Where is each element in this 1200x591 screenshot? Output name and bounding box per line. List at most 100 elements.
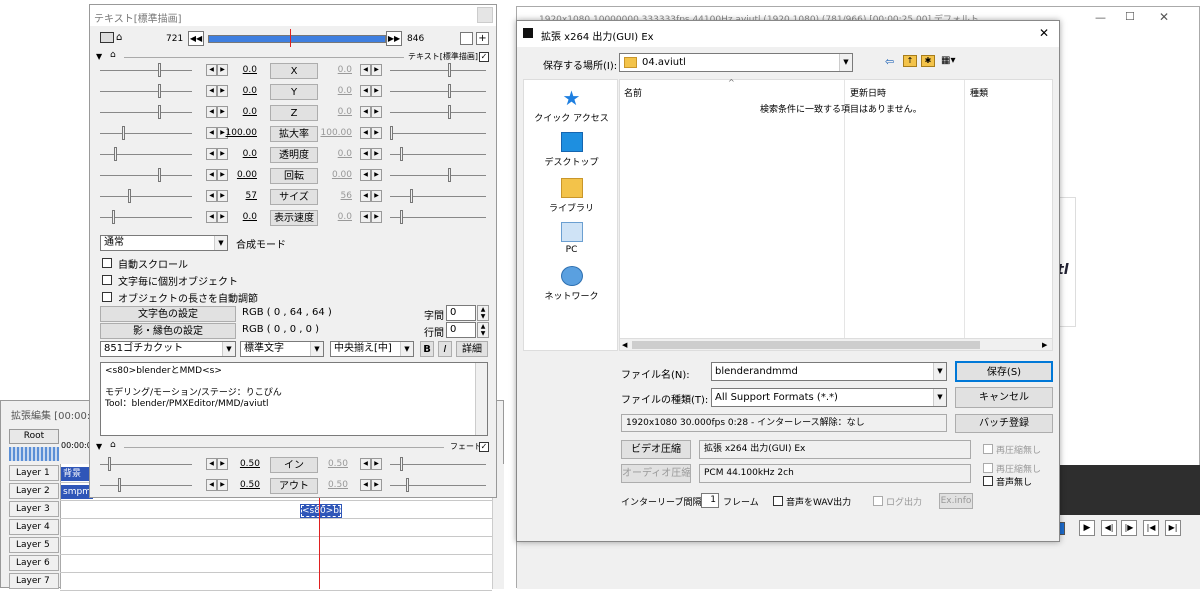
text-window-titlebar[interactable]: テキスト[標準描画] <box>90 5 496 26</box>
minimize-icon[interactable]: — <box>1095 11 1106 24</box>
line-spacing-spin-icon[interactable]: ▲ ▼ <box>477 322 489 338</box>
camera-icon[interactable] <box>100 32 114 43</box>
param-left-value[interactable]: 0.0 <box>225 86 257 96</box>
object-enable-checkbox[interactable]: ✓ <box>479 52 489 62</box>
scroll-right-icon[interactable]: ▶ <box>1042 339 1047 351</box>
param-name-button[interactable]: X <box>270 63 318 79</box>
param-right-slider[interactable] <box>448 105 451 119</box>
fade-left-decrease-icon[interactable]: ◀ <box>206 458 217 470</box>
param-left-decrease-icon[interactable]: ◀ <box>206 169 217 181</box>
param-left-decrease-icon[interactable]: ◀ <box>206 127 217 139</box>
param-right-decrease-icon[interactable]: ◀ <box>360 148 371 160</box>
root-tab[interactable]: Root <box>9 429 59 444</box>
fade-enable-checkbox[interactable]: ✓ <box>479 442 489 452</box>
text-window-close[interactable] <box>477 7 493 23</box>
up-folder-icon[interactable]: ↑ <box>903 55 917 67</box>
filename-input[interactable]: blenderandmmd ▼ <box>711 362 947 381</box>
fade-right-decrease-icon[interactable]: ◀ <box>360 458 371 470</box>
param-name-button[interactable]: 透明度 <box>270 147 318 163</box>
param-right-decrease-icon[interactable]: ◀ <box>360 211 371 223</box>
column-type[interactable]: 種類 <box>970 86 988 99</box>
param-right-decrease-icon[interactable]: ◀ <box>360 64 371 76</box>
param-right-value[interactable]: 100.00 <box>320 128 353 138</box>
char-spacing-input[interactable]: 0 <box>446 305 476 321</box>
layer-header[interactable]: Layer 4 <box>9 519 59 535</box>
layer-header[interactable]: Layer 7 <box>9 573 59 589</box>
italic-button[interactable]: I <box>438 341 452 357</box>
scroll-thumb[interactable] <box>632 341 980 349</box>
line-spacing-input[interactable]: 0 <box>446 322 476 338</box>
fade-left-decrease-icon[interactable]: ◀ <box>206 479 217 491</box>
text-editor-scrollbar[interactable] <box>475 363 487 435</box>
param-right-increase-icon[interactable]: ▶ <box>371 211 382 223</box>
param-left-decrease-icon[interactable]: ◀ <box>206 190 217 202</box>
nav-quick-access[interactable]: ★ クイック アクセス <box>524 88 619 124</box>
filetype-select[interactable]: All Support Formats (*.*) ▼ <box>711 388 947 407</box>
fade-name-button[interactable]: アウト <box>270 478 318 494</box>
param-right-decrease-icon[interactable]: ◀ <box>360 190 371 202</box>
param-left-value[interactable]: 0.0 <box>225 65 257 75</box>
save-location-select[interactable]: 04.aviutl ▼ <box>619 53 853 72</box>
fade-left-slider[interactable] <box>108 457 111 471</box>
fade-right-value[interactable]: 0.50 <box>316 480 348 490</box>
fade-left-slider[interactable] <box>118 478 121 492</box>
param-left-slider[interactable] <box>158 63 161 77</box>
frame-next-icon[interactable]: ▶▶ <box>386 31 402 46</box>
param-right-increase-icon[interactable]: ▶ <box>371 127 382 139</box>
close-icon[interactable]: ✕ <box>1159 10 1169 24</box>
param-right-value[interactable]: 0.0 <box>320 212 352 222</box>
prev-frame-icon[interactable]: ◀| <box>1101 520 1117 536</box>
text-color-button[interactable]: 文字色の設定 <box>100 306 236 322</box>
save-button[interactable]: 保存(S) <box>955 361 1053 382</box>
fade-right-value[interactable]: 0.50 <box>316 459 348 469</box>
fade-collapse-icon[interactable]: ▼ <box>96 442 102 451</box>
param-left-slider[interactable] <box>114 147 117 161</box>
file-list[interactable]: ^ 名前 更新日時 種類 検索条件に一致する項目はありません。 ◀ ▶ <box>619 78 1053 351</box>
frame-prev-icon[interactable]: ◀◀ <box>188 31 204 46</box>
param-left-decrease-icon[interactable]: ◀ <box>206 85 217 97</box>
param-name-button[interactable]: 回転 <box>270 168 318 184</box>
play-icon[interactable]: ▶ <box>1079 520 1095 536</box>
fade-right-slider[interactable] <box>400 457 403 471</box>
param-right-decrease-icon[interactable]: ◀ <box>360 106 371 118</box>
nav-network[interactable]: ネットワーク <box>524 266 619 302</box>
batch-button[interactable]: バッチ登録 <box>955 414 1053 433</box>
param-right-slider[interactable] <box>390 126 393 140</box>
no-audio-checkbox[interactable] <box>983 476 993 486</box>
param-right-increase-icon[interactable]: ▶ <box>371 106 382 118</box>
blend-mode-select[interactable]: 通常 ▼ <box>100 235 228 251</box>
param-left-slider[interactable] <box>112 210 115 224</box>
new-folder-icon[interactable]: ✱ <box>921 55 935 67</box>
layer-header[interactable]: Layer 3 <box>9 501 59 517</box>
param-right-slider[interactable] <box>410 189 413 203</box>
param-right-decrease-icon[interactable]: ◀ <box>360 169 371 181</box>
param-left-value[interactable]: 0.00 <box>225 170 257 180</box>
param-left-slider[interactable] <box>158 168 161 182</box>
param-left-slider[interactable] <box>122 126 125 140</box>
param-right-increase-icon[interactable]: ▶ <box>371 64 382 76</box>
interleave-input[interactable]: 1 <box>701 493 719 508</box>
column-name[interactable]: 名前 <box>624 86 642 99</box>
nav-desktop[interactable]: デスクトップ <box>524 132 619 168</box>
param-name-button[interactable]: Z <box>270 105 318 121</box>
fade-left-value[interactable]: 0.50 <box>228 480 260 490</box>
param-name-button[interactable]: 拡大率 <box>270 126 318 142</box>
param-right-value[interactable]: 0.00 <box>320 170 352 180</box>
shadow-color-button[interactable]: 影・縁色の設定 <box>100 323 236 339</box>
param-right-increase-icon[interactable]: ▶ <box>371 148 382 160</box>
param-left-value[interactable]: 57 <box>225 191 257 201</box>
param-name-button[interactable]: 表示速度 <box>270 210 318 226</box>
param-name-button[interactable]: サイズ <box>270 189 318 205</box>
param-left-value[interactable]: 0.0 <box>225 149 257 159</box>
text-editor[interactable]: <s80>blenderとMMD<s> モデリング/モーション/ステージ：りこぴん… <box>100 362 488 436</box>
frame-slider[interactable] <box>208 35 386 43</box>
audio-recompress-checkbox[interactable] <box>983 463 993 473</box>
link-icon[interactable] <box>460 32 473 45</box>
param-right-increase-icon[interactable]: ▶ <box>371 169 382 181</box>
horizontal-scrollbar[interactable]: ◀ ▶ <box>620 338 1052 350</box>
option-checkbox[interactable] <box>102 258 112 268</box>
param-right-increase-icon[interactable]: ▶ <box>371 190 382 202</box>
fade-left-increase-icon[interactable]: ▶ <box>217 479 228 491</box>
option-checkbox[interactable] <box>102 275 112 285</box>
fade-left-value[interactable]: 0.50 <box>228 459 260 469</box>
